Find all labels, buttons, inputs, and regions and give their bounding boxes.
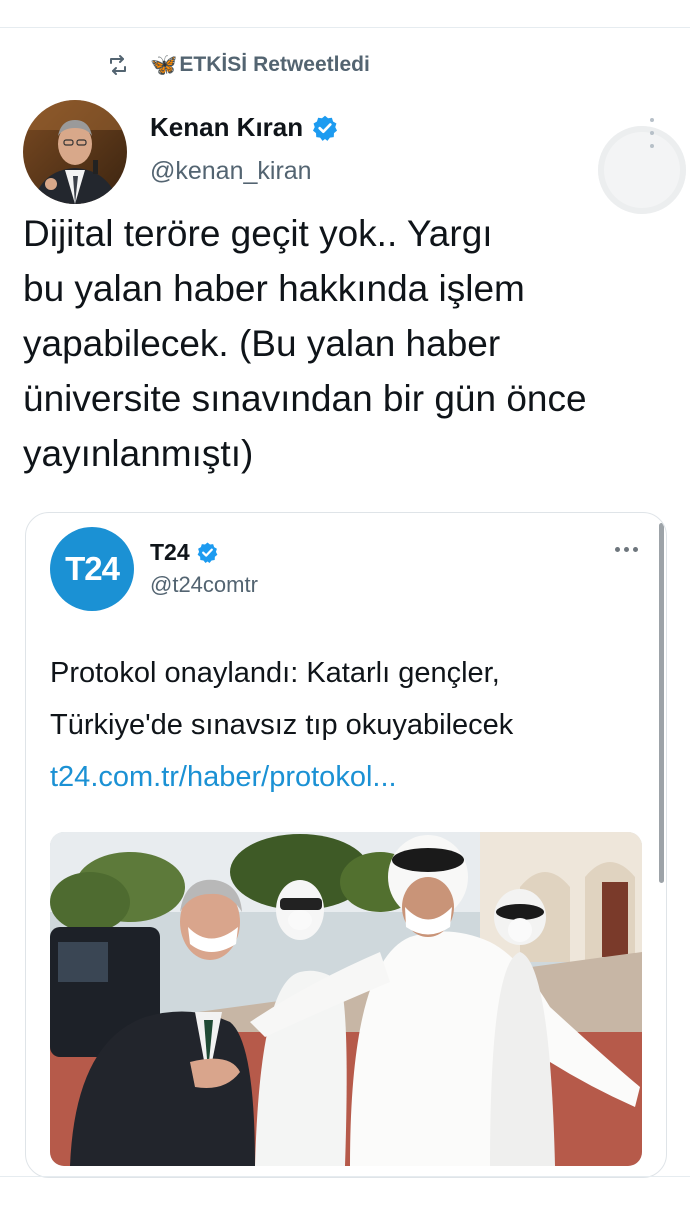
butterfly-icon: 🦋 (150, 52, 178, 77)
quoted-more-options-icon[interactable] (615, 547, 638, 552)
top-divider (0, 27, 690, 28)
quoted-author-name-row[interactable]: T24 (150, 539, 219, 566)
scrollbar[interactable] (659, 523, 664, 883)
tweet-text: Dijital teröre geçit yok.. Yargı bu yala… (23, 213, 587, 474)
quoted-photo[interactable] (50, 832, 642, 1166)
quoted-author-handle[interactable]: @t24comtr (150, 572, 258, 598)
bottom-divider (0, 1176, 690, 1177)
author-display-name[interactable]: Kenan Kıran (150, 112, 303, 143)
verified-badge-icon (197, 542, 218, 564)
quoted-author-display-name[interactable]: T24 (150, 539, 190, 566)
retweeter-name[interactable]: 🦋 ETKİSİ Retweetledi (150, 52, 370, 78)
retweeter-label: ETKİSİ (179, 53, 248, 76)
quoted-text-line-1: Protokol onaylandı: Katarlı gençler, (50, 657, 500, 689)
retweet-context[interactable]: 🦋 ETKİSİ Retweetledi (106, 48, 370, 82)
author-name-row[interactable]: Kenan Kıran (150, 112, 339, 143)
quoted-text-line-2: Türkiye'de sınavsız tıp okuyabilecek (50, 709, 514, 741)
retweet-icon (106, 53, 130, 77)
verified-badge-icon (313, 115, 338, 141)
more-options-icon[interactable] (640, 118, 664, 148)
t24-avatar[interactable]: T24 (50, 527, 134, 611)
quoted-tweet-text: Protokol onaylandı: Katarlı gençler, Tür… (50, 647, 650, 803)
quoted-link[interactable]: t24.com.tr/haber/protokol... (50, 751, 650, 803)
author-handle[interactable]: @kenan_kiran (150, 157, 312, 186)
author-avatar[interactable] (23, 100, 127, 204)
quoted-tweet-card[interactable]: T24 T24 @t24comtr Protokol onaylandı: Ka… (25, 512, 667, 1178)
retweeted-label: Retweetledi (253, 53, 370, 76)
